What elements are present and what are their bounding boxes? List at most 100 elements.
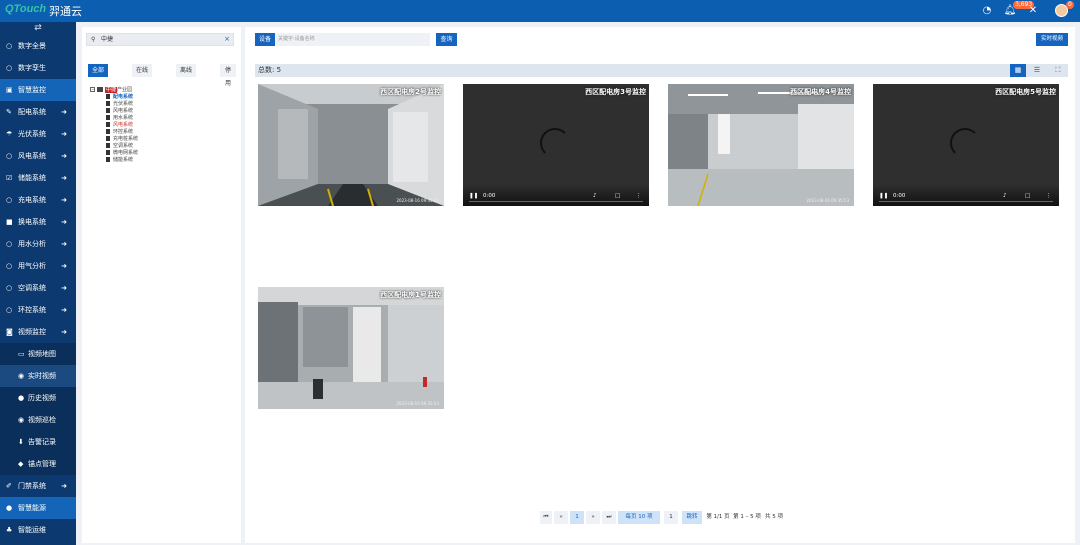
- chevron-right-icon: ➜: [61, 196, 67, 204]
- sidebar-item-20[interactable]: ✐ 门禁系统 ➜: [0, 475, 76, 497]
- file-icon: [106, 94, 110, 99]
- solar-icon: ☂: [6, 130, 13, 138]
- video-card[interactable]: ❚❚ 0:00 ♪ □ ⋮ 西区配电房3号监控: [463, 84, 649, 206]
- tree-node-label: 充电桩系统: [113, 136, 139, 142]
- tree-node-label: 微电网系统: [113, 150, 139, 156]
- video-controls: ❚❚ 0:00 ♪ □ ⋮: [873, 184, 1059, 206]
- circle-icon: ○: [6, 196, 13, 204]
- sidebar-item-1[interactable]: ○ 数字孪生: [0, 57, 76, 79]
- video-card[interactable]: 2023-08-16 09:35:53 西区配电房4号监控: [668, 84, 854, 206]
- device-label[interactable]: 设备: [255, 33, 275, 46]
- sidebar-item-22[interactable]: ♣ 智能运维: [0, 519, 76, 541]
- file-icon: [106, 129, 110, 134]
- sidebar-item-5[interactable]: ○ 风电系统 ➜: [0, 145, 76, 167]
- filter-disabled-button[interactable]: 停用: [220, 64, 236, 87]
- sidebar-item-14[interactable]: ▭ 视频地图: [0, 343, 76, 365]
- sidebar-item-label: 视频地图: [28, 350, 56, 358]
- eye-icon: ◉: [18, 372, 25, 380]
- org-icon: ♣: [6, 526, 13, 534]
- list-view-icon[interactable]: ☰: [1029, 64, 1045, 77]
- search-input[interactable]: ⚲ 中捷 ×: [86, 33, 234, 46]
- circle-icon: ○: [6, 42, 13, 50]
- collapse-icon[interactable]: −: [90, 87, 95, 92]
- chevron-right-icon: ➜: [61, 152, 67, 160]
- sidebar-item-19[interactable]: ◆ 锚点管理: [0, 453, 76, 475]
- sidebar-item-12[interactable]: ○ 环控系统 ➜: [0, 299, 76, 321]
- sidebar-item-7[interactable]: ○ 充电系统 ➜: [0, 189, 76, 211]
- filter-offline-button[interactable]: 离线: [176, 64, 197, 77]
- jump-input[interactable]: 1: [664, 511, 678, 524]
- sidebar-item-17[interactable]: ◉ 视频巡检: [0, 409, 76, 431]
- sidebar-item-10[interactable]: ○ 用气分析 ➜: [0, 255, 76, 277]
- tree-node[interactable]: 充电桩系统: [90, 136, 230, 143]
- eye-icon: ◉: [18, 416, 25, 424]
- sidebar-item-15[interactable]: ◉ 实时视频: [0, 365, 76, 387]
- tree-node[interactable]: 光伏系统: [90, 101, 230, 108]
- tree-root[interactable]: − 中捷产业园: [90, 87, 230, 94]
- more-icon[interactable]: ⋮: [1046, 193, 1052, 199]
- video-card[interactable]: 2023-08-16 09:35:52 西区配电房2号监控: [258, 84, 444, 206]
- tree-node[interactable]: 空调系统: [90, 143, 230, 150]
- video-card[interactable]: 2023-08-16 09:35:53 西区配电房1号监控: [258, 287, 444, 409]
- pin-icon: ⬇: [18, 438, 24, 446]
- tree-node[interactable]: 配电系统: [90, 94, 230, 101]
- sidebar-item-6[interactable]: ☑ 储能系统 ➜: [0, 167, 76, 189]
- fullscreen-icon[interactable]: ⛶: [1050, 64, 1066, 77]
- video-title: 西区配电房1号监控: [380, 291, 441, 299]
- keyword-input[interactable]: 关键字:设备名称: [275, 33, 430, 46]
- current-page[interactable]: 1: [570, 511, 584, 524]
- realtime-video-button[interactable]: 实时视频: [1036, 33, 1068, 46]
- volume-icon[interactable]: ♪: [1003, 193, 1007, 199]
- next-page-button[interactable]: »: [586, 511, 600, 524]
- more-icon[interactable]: ⋮: [636, 193, 642, 199]
- progress-bar[interactable]: [469, 201, 643, 202]
- sidebar-item-label: 配电系统: [18, 108, 46, 116]
- fullscreen-icon[interactable]: □: [1025, 193, 1030, 199]
- sidebar-item-2[interactable]: ▣ 智慧监控: [0, 79, 76, 101]
- page-size-select[interactable]: 每页 10 项: [618, 511, 660, 524]
- grid-view-icon[interactable]: ▦: [1010, 64, 1026, 77]
- tree-node[interactable]: 储能系统: [90, 157, 230, 164]
- tree-root-highlight: 中捷: [105, 87, 118, 93]
- video-title: 西区配电房5号监控: [995, 88, 1056, 96]
- video-card[interactable]: ❚❚ 0:00 ♪ □ ⋮ 西区配电房5号监控: [873, 84, 1059, 206]
- progress-bar[interactable]: [879, 201, 1053, 202]
- tools-icon[interactable]: ✕: [1026, 4, 1040, 18]
- sidebar-item-11[interactable]: ○ 空调系统 ➜: [0, 277, 76, 299]
- dashboard-icon[interactable]: ◔: [980, 4, 994, 18]
- sidebar-item-label: 锚点管理: [28, 460, 56, 468]
- sidebar-item-0[interactable]: ○ 数字全景: [0, 35, 76, 57]
- tree-node[interactable]: 风电系统: [90, 108, 230, 115]
- pause-icon[interactable]: ❚❚: [469, 193, 478, 199]
- sidebar-toggle-icon[interactable]: ⇄: [0, 22, 76, 35]
- first-page-button[interactable]: ⏮: [540, 511, 552, 524]
- wrench-icon: ✎: [6, 108, 12, 116]
- tree-node[interactable]: 风电系统: [90, 122, 230, 129]
- jump-button[interactable]: 跳转: [682, 511, 702, 524]
- last-page-button[interactable]: ⏭: [602, 511, 616, 524]
- sidebar-item-21[interactable]: ● 智慧能源: [0, 497, 76, 519]
- prev-page-button[interactable]: «: [554, 511, 568, 524]
- tree-node[interactable]: 微电网系统: [90, 150, 230, 157]
- volume-icon[interactable]: ♪: [593, 193, 597, 199]
- filter-online-button[interactable]: 在线: [132, 64, 153, 77]
- sidebar-item-16[interactable]: ● 历史视频: [0, 387, 76, 409]
- sidebar-item-8[interactable]: ■ 换电系统 ➜: [0, 211, 76, 233]
- filter-all-button[interactable]: 全部: [88, 64, 109, 77]
- sidebar-item-18[interactable]: ⬇ 告警记录: [0, 431, 76, 453]
- circle-icon: ○: [6, 64, 13, 72]
- clear-icon[interactable]: ×: [224, 34, 230, 45]
- sidebar-item-3[interactable]: ✎ 配电系统 ➜: [0, 101, 76, 123]
- sidebar-item-label: 智慧能源: [18, 504, 46, 512]
- tree-node-label: 光伏系统: [113, 101, 134, 107]
- tree-node[interactable]: 环控系统: [90, 129, 230, 136]
- sidebar-item-9[interactable]: ○ 用水分析 ➜: [0, 233, 76, 255]
- sidebar-item-label: 用水分析: [18, 240, 46, 248]
- query-button[interactable]: 查询: [436, 33, 457, 46]
- pause-icon[interactable]: ❚❚: [879, 193, 888, 199]
- energy-icon: ●: [6, 504, 13, 512]
- fullscreen-icon[interactable]: □: [615, 193, 620, 199]
- tree-node[interactable]: 用水系统: [90, 115, 230, 122]
- sidebar-item-4[interactable]: ☂ 光伏系统 ➜: [0, 123, 76, 145]
- sidebar-item-13[interactable]: ◙ 视频监控 ➜: [0, 321, 76, 343]
